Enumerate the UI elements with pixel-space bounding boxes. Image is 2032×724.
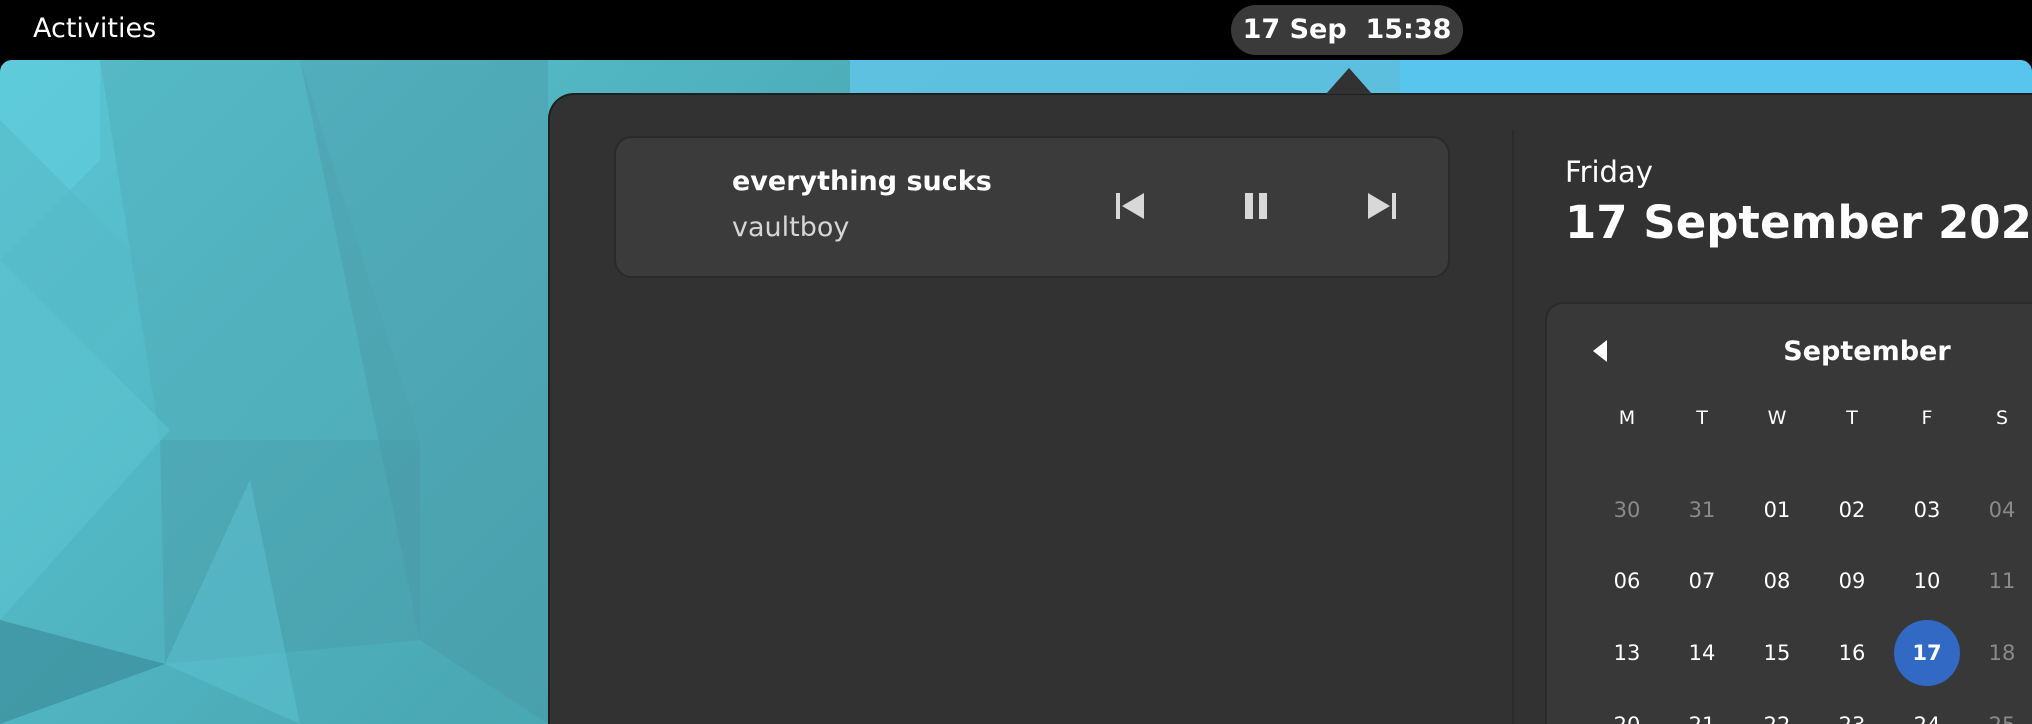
calendar-day[interactable]: 15 (1744, 620, 1810, 686)
popover-divider (1512, 130, 1514, 724)
track-title: everything sucks (732, 166, 992, 197)
weekday-label: T (1696, 407, 1708, 429)
full-date-label[interactable]: 17 September 2021 (1565, 196, 2032, 249)
skip-next-button[interactable] (1354, 178, 1410, 234)
calendar-day[interactable]: 14 (1669, 620, 1735, 686)
calendar-day[interactable]: 13 (1594, 620, 1660, 686)
popover-arrow (1326, 68, 1372, 94)
calendar-day[interactable]: 09 (1819, 548, 1885, 614)
calendar-day[interactable]: 21 (1669, 692, 1735, 724)
calendar-day[interactable]: 20 (1594, 692, 1660, 724)
day-name-label[interactable]: Friday (1565, 155, 1653, 189)
calendar-day[interactable]: 07 (1669, 548, 1735, 614)
calendar-widget: September M T W T F S 30 31 01 02 03 04 06 07 08… (1545, 302, 2032, 724)
desktop-screen: Activities 17 Sep 15:38 everything sucks… (0, 0, 2032, 724)
calendar-day[interactable]: 03 (1894, 477, 1960, 543)
calendar-day[interactable]: 25 (1969, 692, 2032, 724)
month-label: September (1783, 336, 1951, 367)
track-artist: vaultboy (732, 212, 850, 243)
weekday-label: M (1618, 407, 1636, 429)
clock-button[interactable]: 17 Sep 15:38 (1231, 5, 1463, 55)
pause-icon (1245, 193, 1267, 219)
media-player-card: everything sucks vaultboy (614, 136, 1450, 278)
calendar-day[interactable]: 10 (1894, 548, 1960, 614)
top-bar: Activities 17 Sep 15:38 (0, 0, 2032, 60)
weekday-label: T (1846, 407, 1858, 429)
activities-button[interactable]: Activities (33, 12, 156, 46)
calendar-day[interactable]: 31 (1669, 477, 1735, 543)
chevron-left-icon (1593, 340, 1607, 362)
calendar-day[interactable]: 04 (1969, 477, 2032, 543)
calendar-day[interactable]: 23 (1819, 692, 1885, 724)
weekday-label: F (1921, 407, 1933, 429)
calendar-day[interactable]: 08 (1744, 548, 1810, 614)
skip-next-icon (1368, 193, 1396, 219)
skip-previous-icon (1116, 193, 1144, 219)
previous-month-button[interactable] (1587, 336, 1617, 366)
calendar-day[interactable]: 24 (1894, 692, 1960, 724)
calendar-day[interactable]: 02 (1819, 477, 1885, 543)
calendar-day[interactable]: 11 (1969, 548, 2032, 614)
calendar-day[interactable]: 22 (1744, 692, 1810, 724)
calendar-day[interactable]: 01 (1744, 477, 1810, 543)
calendar-day[interactable]: 06 (1594, 548, 1660, 614)
calendar-day[interactable]: 18 (1969, 620, 2032, 686)
pause-button[interactable] (1228, 178, 1284, 234)
weekday-label: W (1767, 407, 1787, 429)
skip-previous-button[interactable] (1102, 178, 1158, 234)
calendar-day-selected[interactable]: 17 (1894, 620, 1960, 686)
calendar-day[interactable]: 16 (1819, 620, 1885, 686)
calendar-day[interactable]: 30 (1594, 477, 1660, 543)
weekday-label: S (1995, 407, 2009, 429)
